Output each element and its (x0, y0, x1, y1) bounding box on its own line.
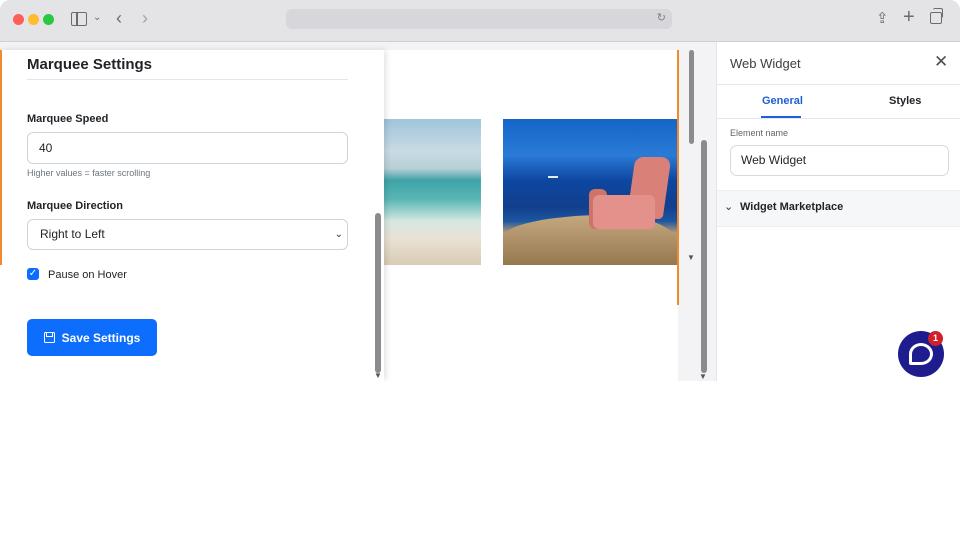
settings-title: Marquee Settings (27, 56, 153, 73)
chevron-down-icon[interactable]: ⌄ (93, 12, 101, 23)
element-name-label: Element name (730, 128, 789, 138)
settings-scrollbar[interactable] (375, 213, 381, 373)
chevron-down-icon: ⌄ (334, 229, 343, 240)
tab-styles[interactable]: Styles (889, 95, 921, 107)
save-button-label: Save Settings (61, 330, 141, 345)
scroll-down-arrow-icon[interactable]: ▼ (374, 371, 382, 380)
selected-frame-edge (677, 50, 679, 305)
reload-icon[interactable]: ↻ (657, 11, 666, 24)
speed-help-text: Higher values = faster scrolling (27, 168, 151, 178)
save-settings-button[interactable]: Save Settings (27, 319, 157, 356)
speed-label: Marquee Speed (27, 113, 109, 125)
close-icon[interactable]: ✕ (934, 52, 948, 72)
speed-input[interactable] (27, 132, 348, 164)
inner-scrollbar[interactable] (689, 50, 694, 144)
divider (27, 79, 348, 80)
widget-marketplace-section[interactable]: ⌄ Widget Marketplace (717, 190, 960, 227)
marquee-settings-panel: Marquee Settings Marquee Speed Higher va… (0, 50, 384, 381)
widget-marketplace-label: Widget Marketplace (740, 201, 844, 213)
inspector-title: Web Widget (730, 56, 801, 71)
close-window-button[interactable] (13, 14, 24, 25)
tabs-icon[interactable] (930, 8, 943, 24)
pause-on-hover-label[interactable]: Pause on Hover (48, 269, 127, 281)
direction-label: Marquee Direction (27, 200, 123, 212)
sidebar-icon[interactable] (71, 12, 87, 26)
direction-value: Right to Left (40, 227, 105, 241)
boat-shape (548, 176, 558, 178)
plus-icon[interactable]: + (903, 6, 915, 29)
browser-titlebar: ⌄ ‹ › ↻ ⇪ + (0, 0, 960, 42)
divider (717, 118, 960, 119)
zoom-window-button[interactable] (43, 14, 54, 25)
scroll-down-arrow-icon[interactable]: ▼ (699, 372, 707, 381)
canvas-scrollbar[interactable] (701, 140, 707, 373)
save-icon (43, 332, 55, 343)
armchair-photo (503, 119, 677, 265)
panel-frame-edge (0, 50, 2, 265)
share-icon[interactable]: ⇪ (876, 9, 889, 27)
back-icon[interactable]: ‹ (116, 8, 122, 29)
page-viewport: ▼ ▼ Marquee Settings Marquee Speed Highe… (0, 42, 960, 381)
element-name-input[interactable]: Web Widget (730, 145, 949, 176)
minimize-window-button[interactable] (28, 14, 39, 25)
inspector-panel: Web Widget ✕ General Styles Element name… (716, 42, 960, 381)
divider (717, 84, 960, 85)
chevron-down-icon: ⌄ (724, 201, 734, 213)
chair-seat-shape (593, 195, 655, 229)
browser-window: ⌄ ‹ › ↻ ⇪ + ▼ ▼ Marquee Settings Marquee… (0, 0, 960, 381)
notification-badge: 1 (928, 331, 943, 346)
scroll-down-arrow-icon[interactable]: ▼ (687, 253, 695, 262)
address-bar[interactable]: ↻ (286, 9, 672, 29)
direction-select[interactable]: Right to Left ⌄ (27, 219, 348, 250)
chat-icon (909, 343, 933, 365)
beach-photo (384, 119, 481, 265)
forward-icon[interactable]: › (142, 8, 148, 29)
pause-on-hover-checkbox[interactable]: ✓ (27, 268, 39, 280)
tab-general[interactable]: General (762, 95, 803, 107)
